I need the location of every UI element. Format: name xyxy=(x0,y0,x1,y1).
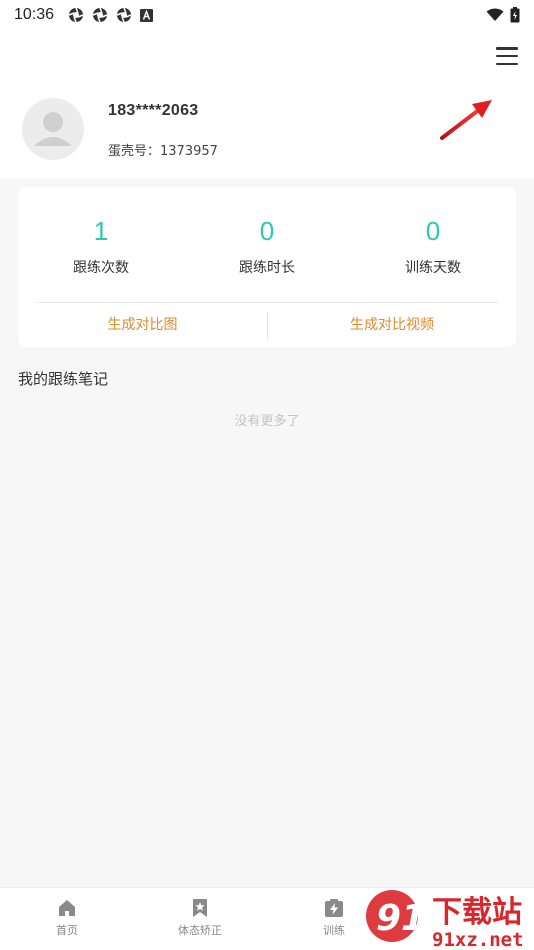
nav-label: 体态矫正 xyxy=(178,924,222,937)
nav-item-home[interactable]: 首页 xyxy=(17,898,117,938)
wifi-icon xyxy=(486,8,504,21)
stat-label: 训练天数 xyxy=(405,260,461,276)
aperture-icon xyxy=(92,7,108,23)
stat-value: 0 xyxy=(425,216,441,246)
stat-days[interactable]: 0 训练天数 xyxy=(350,187,516,277)
empty-list-text: 没有更多了 xyxy=(234,414,300,429)
a-box-icon xyxy=(140,8,154,22)
site-watermark-logo: 91 下载站 91xz.net xyxy=(366,890,524,950)
eggshell-id: 蛋壳号：1373957 xyxy=(108,144,218,159)
battery-icon xyxy=(510,7,520,23)
stat-duration[interactable]: 0 跟练时长 xyxy=(184,187,350,277)
status-time: 10:36 xyxy=(14,6,55,23)
nav-label: 首页 xyxy=(56,924,78,937)
stat-label: 跟练时长 xyxy=(239,260,295,276)
home-icon xyxy=(59,900,75,916)
svg-text:91: 91 xyxy=(376,898,426,939)
stats-card: 1 跟练次数 0 跟练时长 0 训练天数 生成对比图 生成对比视频 xyxy=(18,187,516,347)
bookmark-star-icon xyxy=(193,899,207,917)
user-phone: 183****2063 xyxy=(108,102,199,119)
profile-header: 183****2063 蛋壳号：1373957 xyxy=(0,30,534,178)
hamburger-menu-icon[interactable] xyxy=(494,44,520,68)
watermark-text-bottom: 91xz.net xyxy=(432,929,524,950)
generate-compare-image-button[interactable]: 生成对比图 xyxy=(18,303,267,347)
notes-section-title: 我的跟练笔记 xyxy=(18,370,109,388)
aperture-icon xyxy=(116,7,132,23)
aperture-icon xyxy=(68,7,84,23)
nav-item-posture[interactable]: 体态矫正 xyxy=(150,898,250,938)
watermark-text-top: 下载站 xyxy=(432,895,522,930)
status-right xyxy=(486,7,520,23)
notification-icons xyxy=(68,7,154,23)
stat-sessions[interactable]: 1 跟练次数 xyxy=(18,187,184,277)
stat-label: 跟练次数 xyxy=(73,260,129,276)
nav-label: 训练 xyxy=(323,924,345,937)
status-bar: 10:36 xyxy=(0,0,534,30)
stat-value: 0 xyxy=(259,216,275,246)
bolt-clipboard-icon xyxy=(325,899,343,917)
stat-value: 1 xyxy=(93,216,109,246)
avatar[interactable] xyxy=(22,98,84,160)
red-arrow-annotation xyxy=(440,100,492,140)
default-user-icon xyxy=(34,112,72,146)
generate-compare-video-button[interactable]: 生成对比视频 xyxy=(268,303,516,347)
